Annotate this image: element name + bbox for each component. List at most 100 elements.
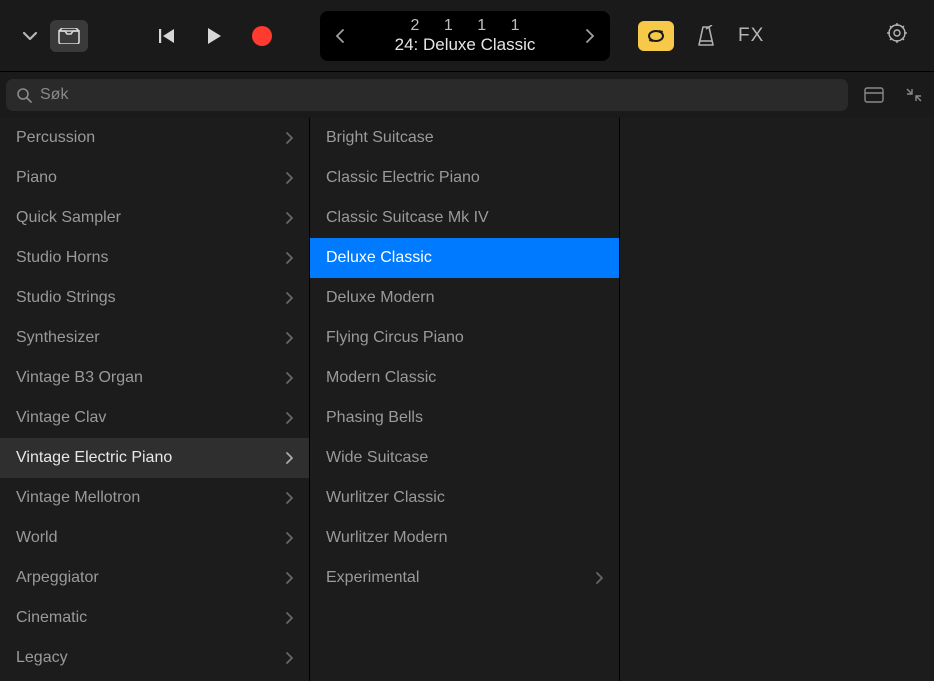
preset-row[interactable]: Wurlitzer Modern <box>310 518 619 558</box>
view-toggle-button[interactable] <box>860 81 888 109</box>
chevron-right-icon <box>285 571 293 585</box>
chevron-down-icon <box>22 31 38 41</box>
chevron-right-icon <box>285 371 293 385</box>
category-row[interactable]: Percussion <box>0 118 309 158</box>
category-label: Vintage Mellotron <box>16 489 140 507</box>
collapse-button[interactable] <box>900 81 928 109</box>
skip-back-icon <box>158 27 176 45</box>
preset-column: Bright Suitcase Classic Electric Piano Cla… <box>310 118 620 681</box>
detail-pane <box>620 118 934 681</box>
preset-label: Classic Electric Piano <box>326 169 480 187</box>
chevron-right-icon <box>285 331 293 345</box>
preset-label: Deluxe Modern <box>326 289 435 307</box>
category-label: Cinematic <box>16 609 87 627</box>
preset-label: Wide Suitcase <box>326 449 428 467</box>
category-label: Percussion <box>16 129 95 147</box>
category-row[interactable]: Vintage Mellotron <box>0 478 309 518</box>
collapse-icon <box>905 86 923 104</box>
category-label: Piano <box>16 169 57 187</box>
category-row[interactable]: Vintage Electric Piano <box>0 438 309 478</box>
category-row[interactable]: Cinematic <box>0 598 309 638</box>
cycle-icon <box>645 28 667 44</box>
lcd-counter: 2 1 1 1 <box>352 17 578 35</box>
category-column: Percussion Piano Quick Sampler Studio Horns… <box>0 118 310 681</box>
preset-row[interactable]: Phasing Bells <box>310 398 619 438</box>
chevron-right-icon <box>285 211 293 225</box>
chevron-left-icon <box>335 28 345 44</box>
preset-label: Classic Suitcase Mk IV <box>326 209 489 227</box>
lcd-preset-name: 24: Deluxe Classic <box>352 35 578 55</box>
preset-row[interactable]: Modern Classic <box>310 358 619 398</box>
preset-row[interactable]: Experimental <box>310 558 619 598</box>
category-label: World <box>16 529 58 547</box>
category-row[interactable]: Legacy <box>0 638 309 678</box>
category-label: Studio Horns <box>16 249 109 267</box>
chevron-right-icon <box>595 571 603 585</box>
library-button[interactable] <box>50 20 88 52</box>
category-row[interactable]: Arpeggiator <box>0 558 309 598</box>
record-button[interactable] <box>252 26 272 46</box>
category-label: Vintage Electric Piano <box>16 449 172 467</box>
preset-row[interactable]: Bright Suitcase <box>310 118 619 158</box>
chevron-right-icon <box>285 251 293 265</box>
chevron-right-icon <box>285 451 293 465</box>
category-label: Arpeggiator <box>16 569 99 587</box>
settings-button[interactable] <box>886 22 908 49</box>
preset-row[interactable]: Classic Suitcase Mk IV <box>310 198 619 238</box>
cycle-button[interactable] <box>638 21 674 51</box>
inbox-icon <box>58 28 80 44</box>
category-label: Synthesizer <box>16 329 100 347</box>
play-icon <box>206 27 222 45</box>
record-icon <box>252 26 272 46</box>
category-row[interactable]: Vintage B3 Organ <box>0 358 309 398</box>
preset-row[interactable]: Deluxe Modern <box>310 278 619 318</box>
category-label: Studio Strings <box>16 289 116 307</box>
category-row[interactable]: Studio Horns <box>0 238 309 278</box>
lcd-center[interactable]: 2 1 1 1 24: Deluxe Classic <box>352 17 578 55</box>
preset-label: Phasing Bells <box>326 409 423 427</box>
category-row[interactable]: Synthesizer <box>0 318 309 358</box>
category-row[interactable]: Vintage Clav <box>0 398 309 438</box>
preset-row[interactable]: Wurlitzer Classic <box>310 478 619 518</box>
lcd-display: 2 1 1 1 24: Deluxe Classic <box>320 11 610 61</box>
play-button[interactable] <box>206 27 222 45</box>
window-icon <box>864 87 884 103</box>
view-disclosure-button[interactable] <box>18 20 42 52</box>
search-icon <box>16 87 32 103</box>
chevron-right-icon <box>285 291 293 305</box>
preset-prev-button[interactable] <box>328 11 352 61</box>
chevron-right-icon <box>285 491 293 505</box>
chevron-right-icon <box>285 171 293 185</box>
category-row[interactable]: Piano <box>0 158 309 198</box>
preset-label: Wurlitzer Modern <box>326 529 448 547</box>
metronome-icon <box>696 25 716 47</box>
category-row[interactable]: World <box>0 518 309 558</box>
search-field[interactable] <box>6 79 848 111</box>
preset-label: Flying Circus Piano <box>326 329 464 347</box>
category-label: Vintage Clav <box>16 409 106 427</box>
preset-label: Bright Suitcase <box>326 129 434 147</box>
preset-row[interactable]: Flying Circus Piano <box>310 318 619 358</box>
preset-row[interactable]: Deluxe Classic <box>310 238 619 278</box>
chevron-right-icon <box>585 28 595 44</box>
chevron-right-icon <box>285 651 293 665</box>
preset-row[interactable]: Wide Suitcase <box>310 438 619 478</box>
chevron-right-icon <box>285 411 293 425</box>
category-row[interactable]: Quick Sampler <box>0 198 309 238</box>
chevron-right-icon <box>285 131 293 145</box>
go-to-start-button[interactable] <box>158 27 176 45</box>
search-input[interactable] <box>40 86 838 104</box>
preset-label: Experimental <box>326 569 419 587</box>
metronome-button[interactable] <box>696 25 716 47</box>
preset-label: Deluxe Classic <box>326 249 432 267</box>
category-label: Vintage B3 Organ <box>16 369 143 387</box>
gear-icon <box>886 22 908 44</box>
preset-next-button[interactable] <box>578 11 602 61</box>
fx-button[interactable]: FX <box>738 25 764 47</box>
preset-label: Wurlitzer Classic <box>326 489 445 507</box>
preset-label: Modern Classic <box>326 369 436 387</box>
preset-row[interactable]: Classic Electric Piano <box>310 158 619 198</box>
chevron-right-icon <box>285 531 293 545</box>
category-label: Quick Sampler <box>16 209 121 227</box>
category-row[interactable]: Studio Strings <box>0 278 309 318</box>
